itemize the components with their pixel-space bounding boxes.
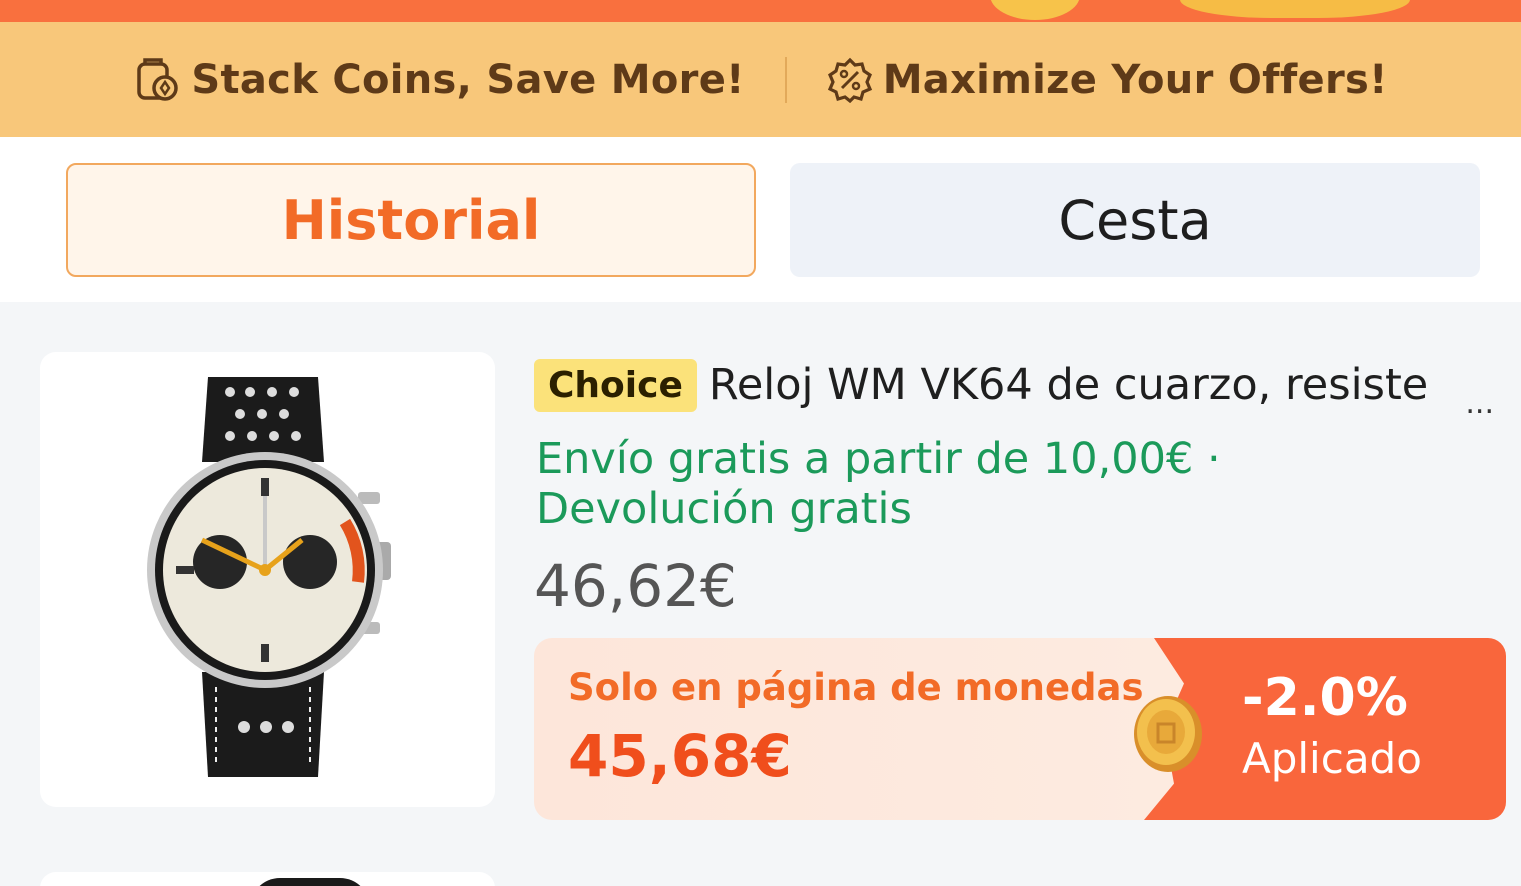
discount-status: Aplicado — [1242, 734, 1422, 783]
next-watch-strap — [250, 878, 370, 886]
next-product-image[interactable] — [40, 872, 495, 886]
shipping-line-1: Envío gratis a partir de 10,00€ · — [536, 434, 1221, 484]
maximize-offers-text: Maximize Your Offers! — [882, 56, 1388, 103]
tab-cesta-label: Cesta — [1058, 188, 1212, 252]
tab-cesta[interactable]: Cesta — [790, 163, 1480, 277]
product-title-row[interactable]: Choice Reloj WM VK64 de cuarzo, resiste … — [534, 352, 1494, 421]
coin-discount-promo[interactable]: Solo en página de monedas 45,68€ -2.0% A… — [534, 638, 1506, 820]
gold-coin-icon — [1130, 694, 1206, 778]
decor-blob — [1180, 0, 1410, 18]
promo-price: 45,68€ — [568, 722, 792, 790]
stack-coins-text: Stack Coins, Save More! — [191, 56, 745, 103]
tab-historial[interactable]: Historial — [66, 163, 756, 277]
top-decor-strip — [0, 0, 1521, 22]
decor-blob — [990, 0, 1080, 20]
promo-banner[interactable]: Stack Coins, Save More! Maximize Your Of… — [0, 22, 1521, 137]
product-card[interactable]: Choice Reloj WM VK64 de cuarzo, resiste … — [0, 302, 1521, 886]
choice-badge: Choice — [534, 358, 697, 412]
stack-coins-item[interactable]: Stack Coins, Save More! — [133, 56, 744, 104]
product-title[interactable]: Reloj WM VK64 de cuarzo, resiste — [709, 360, 1469, 410]
title-ellipsis: ... — [1465, 386, 1494, 421]
next-product-row[interactable] — [0, 864, 1521, 886]
shipping-line-2: Devolución gratis — [536, 484, 912, 534]
banner-divider — [784, 56, 787, 103]
tab-bar: Historial Cesta — [0, 137, 1521, 302]
product-image[interactable] — [40, 352, 495, 807]
promo-label: Solo en página de monedas — [568, 666, 1144, 709]
coin-jar-icon — [133, 56, 181, 104]
percent-badge-icon — [827, 57, 873, 103]
watch-image — [147, 377, 391, 777]
discount-percent: -2.0% — [1242, 668, 1408, 728]
maximize-offers-item[interactable]: Maximize Your Offers! — [827, 57, 1388, 103]
shipping-info: Envío gratis a partir de 10,00€ · Devolu… — [536, 434, 1436, 534]
product-price: 46,62€ — [534, 552, 737, 620]
tab-historial-label: Historial — [281, 188, 541, 252]
